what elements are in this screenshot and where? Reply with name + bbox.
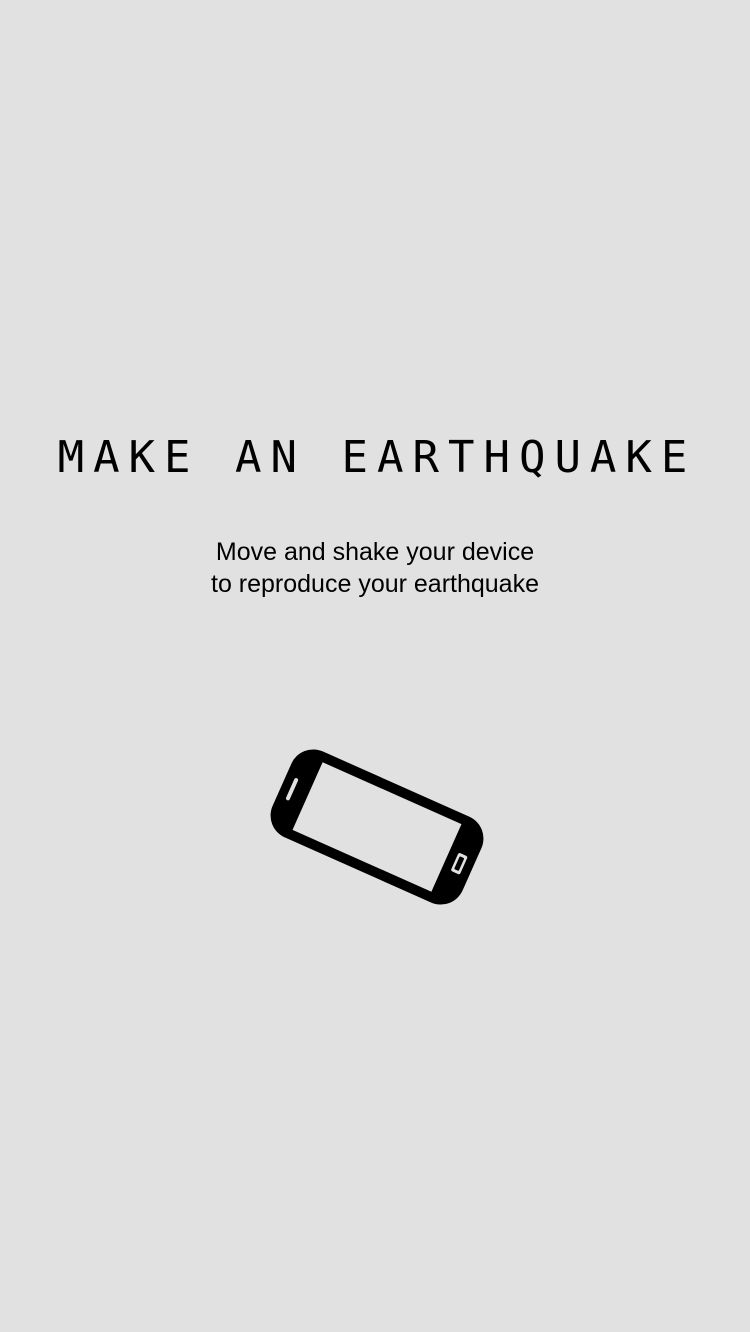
instruction-line-2: to reproduce your earthquake bbox=[211, 570, 539, 598]
instruction-line-1: Move and shake your device bbox=[215, 538, 535, 566]
earthquake-instruction-screen: MAKE AN EARTHQUAKE Move and shake your d… bbox=[0, 0, 750, 1332]
page-title: MAKE AN EARTHQUAKE bbox=[57, 432, 697, 483]
instruction-text: Move and shake your device to reproduce … bbox=[0, 536, 750, 600]
smartphone-icon bbox=[270, 749, 484, 905]
